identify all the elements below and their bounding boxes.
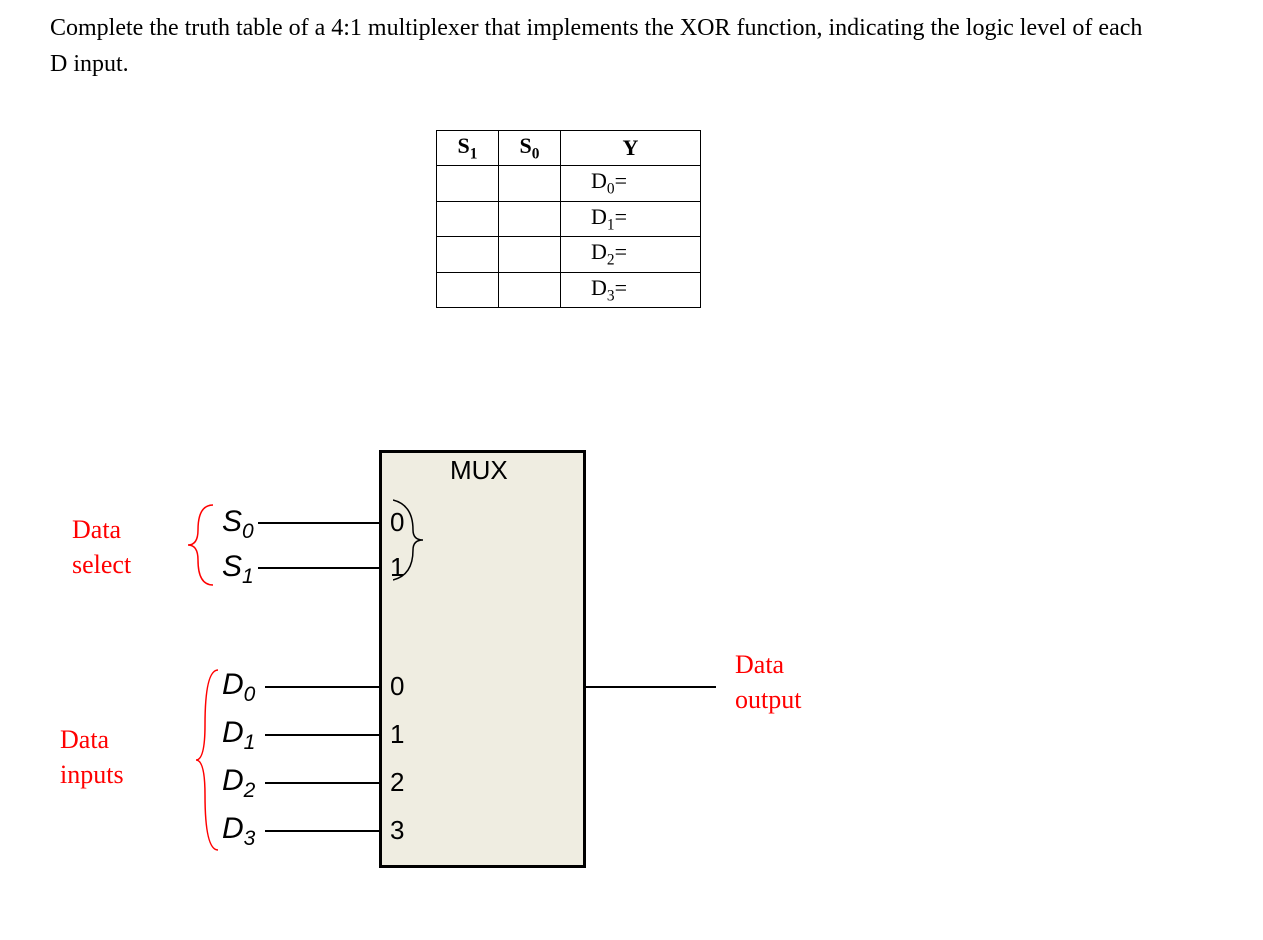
signal-d2-sub: 2 bbox=[244, 779, 256, 802]
cell-y-3: D3= bbox=[561, 272, 701, 307]
cell-y-1: D1= bbox=[561, 201, 701, 236]
signal-d0: D0 bbox=[222, 668, 255, 707]
signal-d3: D3 bbox=[222, 812, 255, 851]
signal-d3-sub: 3 bbox=[244, 827, 256, 850]
signal-d1-text: D bbox=[222, 716, 244, 749]
wire-s0 bbox=[258, 522, 379, 524]
cell-y-3-sub: 3 bbox=[607, 287, 615, 304]
header-s1-sub: 1 bbox=[470, 145, 478, 162]
data-brace-left-icon bbox=[193, 665, 223, 855]
data-pin-3: 3 bbox=[390, 815, 404, 846]
table-row: D3= bbox=[437, 272, 701, 307]
signal-d2: D2 bbox=[222, 764, 255, 803]
header-s1-text: S bbox=[458, 133, 470, 158]
wire-d2 bbox=[265, 782, 379, 784]
signal-s1: S1 bbox=[222, 550, 254, 589]
cell-y-2-sub: 2 bbox=[607, 252, 615, 269]
cell-y-0-suffix: = bbox=[615, 168, 627, 193]
cell-s0-3 bbox=[499, 272, 561, 307]
mux-diagram: MUX 0 1 0 1 2 3 S0 S1 D0 D1 D2 D3 Data s… bbox=[0, 440, 900, 940]
signal-s1-text: S bbox=[222, 550, 242, 583]
select-pin-1: 1 bbox=[390, 552, 404, 583]
wire-d3 bbox=[265, 830, 379, 832]
cell-s0-2 bbox=[499, 237, 561, 272]
signal-d1: D1 bbox=[222, 716, 255, 755]
cell-y-2: D2= bbox=[561, 237, 701, 272]
question-text: Complete the truth table of a 4:1 multip… bbox=[50, 10, 1150, 82]
signal-d1-sub: 1 bbox=[244, 731, 256, 754]
cell-s1-3 bbox=[437, 272, 499, 307]
header-s0-text: S bbox=[520, 133, 532, 158]
data-pin-0: 0 bbox=[390, 671, 404, 702]
signal-d0-text: D bbox=[222, 668, 244, 701]
mux-title: MUX bbox=[450, 455, 508, 486]
annotation-data-output: Data output bbox=[735, 647, 801, 717]
table-row: D2= bbox=[437, 237, 701, 272]
cell-s1-1 bbox=[437, 201, 499, 236]
cell-y-1-sub: 1 bbox=[607, 216, 615, 233]
cell-y-2-suffix: = bbox=[615, 239, 627, 264]
signal-d0-sub: 0 bbox=[244, 683, 256, 706]
cell-s1-2 bbox=[437, 237, 499, 272]
header-s0-sub: 0 bbox=[532, 145, 540, 162]
cell-s0-1 bbox=[499, 201, 561, 236]
cell-y-2-prefix: D bbox=[591, 239, 607, 264]
select-pin-0: 0 bbox=[390, 507, 404, 538]
wire-d0 bbox=[265, 686, 379, 688]
cell-y-0-sub: 0 bbox=[607, 181, 615, 198]
cell-y-0-prefix: D bbox=[591, 168, 607, 193]
cell-y-3-prefix: D bbox=[591, 275, 607, 300]
cell-y-1-suffix: = bbox=[615, 204, 627, 229]
signal-s1-sub: 1 bbox=[242, 565, 254, 588]
wire-s1 bbox=[258, 567, 379, 569]
wire-output bbox=[586, 686, 716, 688]
cell-s0-0 bbox=[499, 166, 561, 201]
table-row: D1= bbox=[437, 201, 701, 236]
data-pin-1: 1 bbox=[390, 719, 404, 750]
signal-s0-sub: 0 bbox=[242, 520, 254, 543]
signal-s0: S0 bbox=[222, 505, 254, 544]
signal-d3-text: D bbox=[222, 812, 244, 845]
header-s0: S0 bbox=[499, 131, 561, 166]
cell-y-1-prefix: D bbox=[591, 204, 607, 229]
annotation-data-select: Data select bbox=[72, 512, 131, 582]
cell-y-3-suffix: = bbox=[615, 275, 627, 300]
table-row: D0= bbox=[437, 166, 701, 201]
wire-d1 bbox=[265, 734, 379, 736]
signal-d2-text: D bbox=[222, 764, 244, 797]
cell-s1-0 bbox=[437, 166, 499, 201]
header-y: Y bbox=[561, 131, 701, 166]
header-s1: S1 bbox=[437, 131, 499, 166]
truth-table: S1 S0 Y D0= D1= D2= D3= bbox=[436, 130, 701, 308]
cell-y-0: D0= bbox=[561, 166, 701, 201]
annotation-data-inputs: Data inputs bbox=[60, 722, 124, 792]
data-pin-2: 2 bbox=[390, 767, 404, 798]
signal-s0-text: S bbox=[222, 505, 242, 538]
table-header-row: S1 S0 Y bbox=[437, 131, 701, 166]
select-brace-left-icon bbox=[183, 500, 218, 590]
